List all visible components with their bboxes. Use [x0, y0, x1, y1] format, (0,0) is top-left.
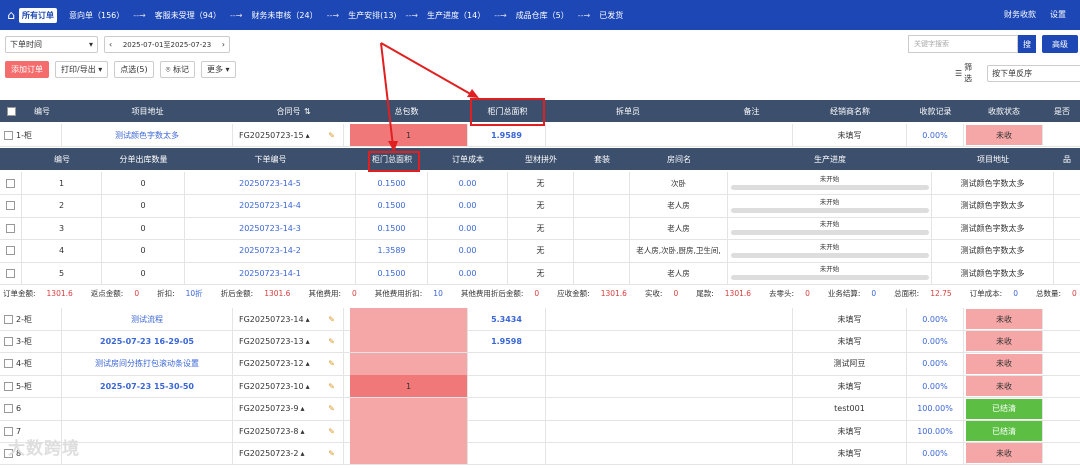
- annotation-arrows: [380, 42, 479, 152]
- watermark: 大数跨境: [8, 439, 80, 459]
